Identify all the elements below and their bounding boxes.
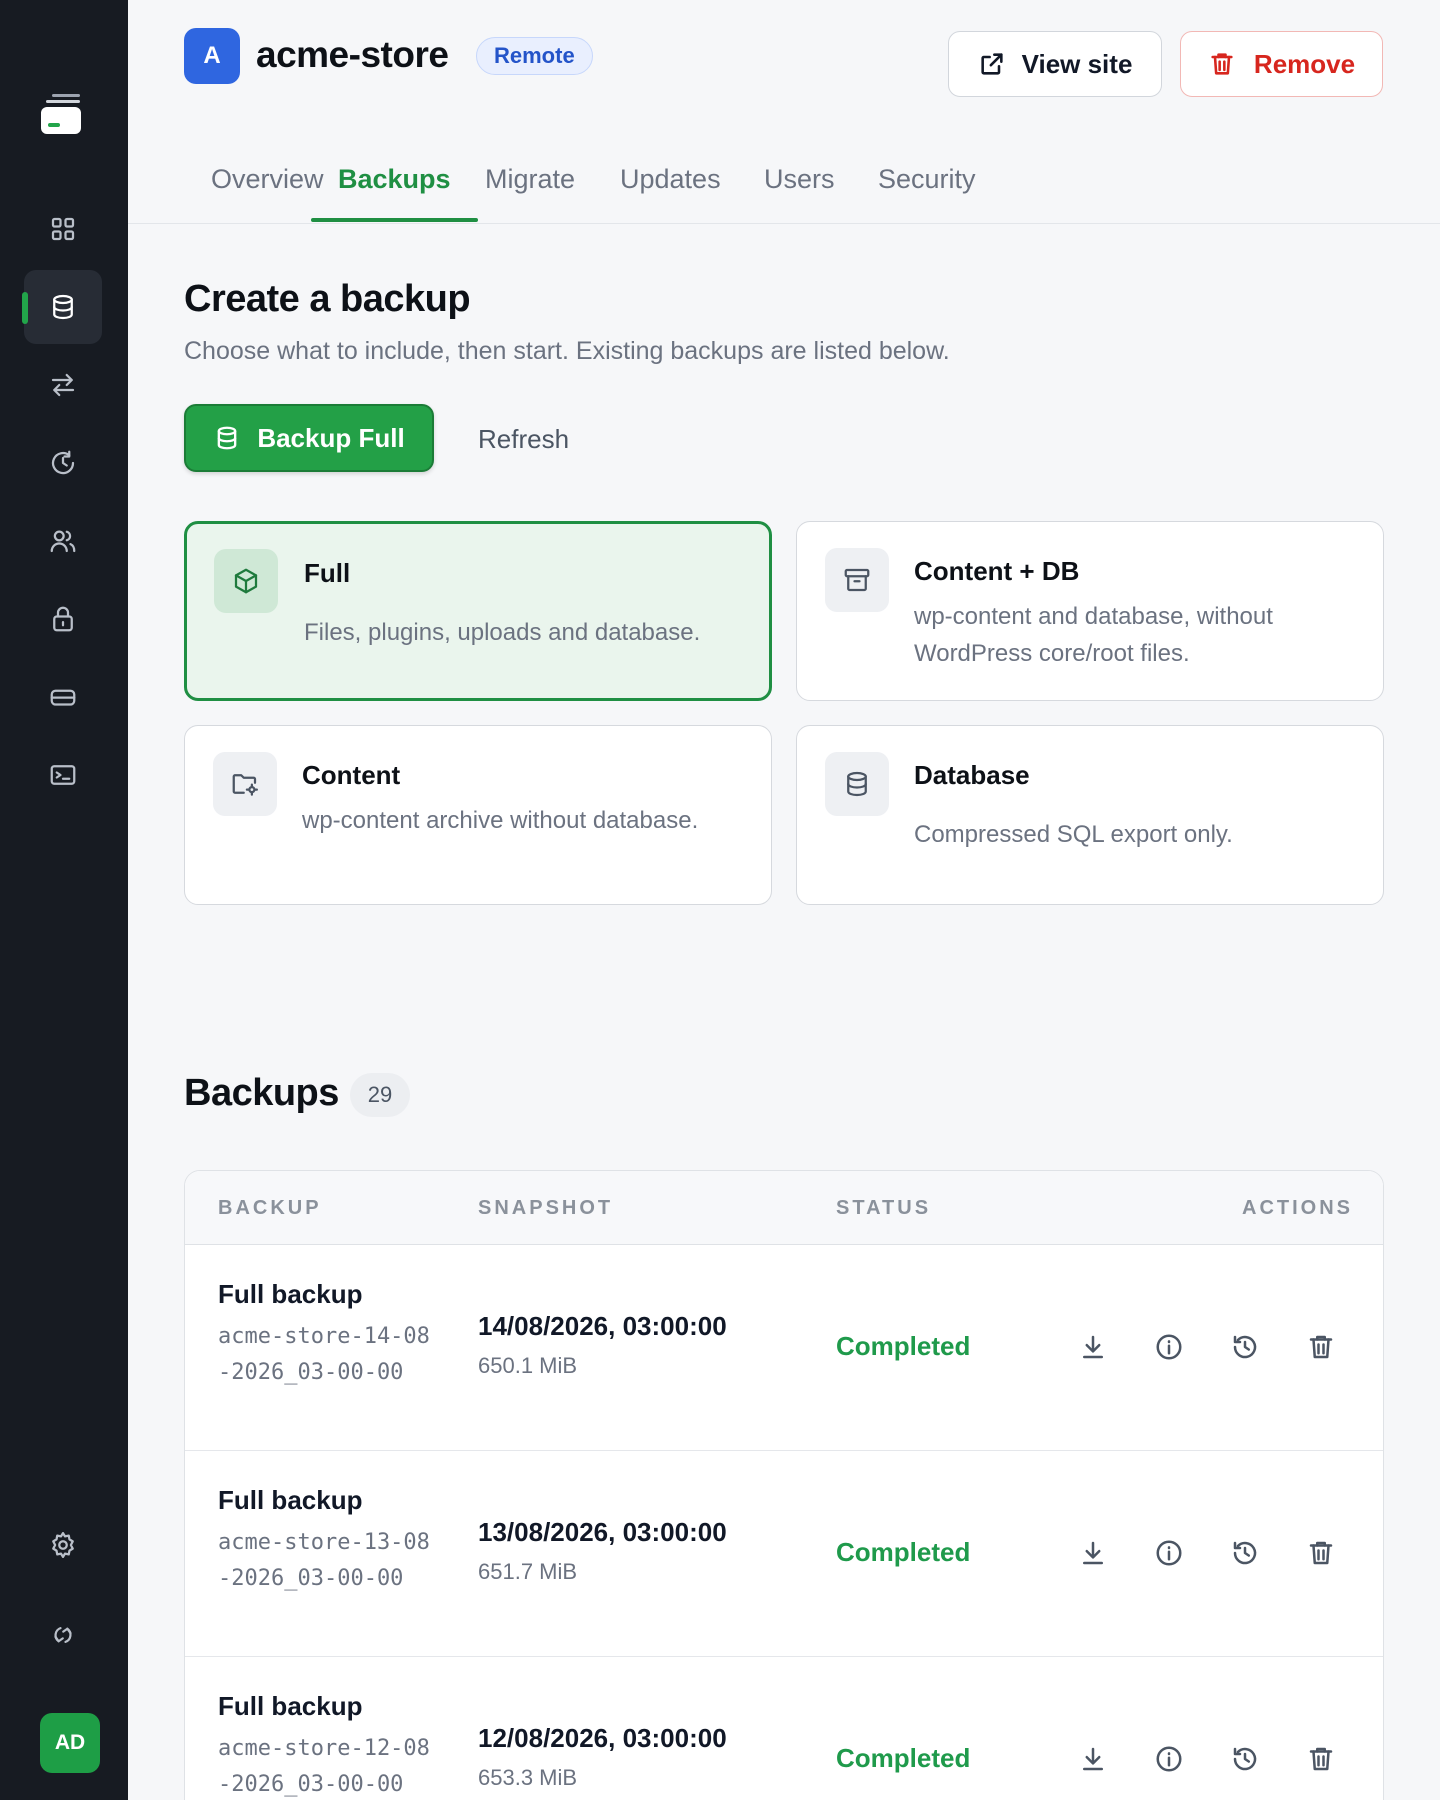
restore-icon[interactable] (1223, 1737, 1267, 1781)
user-avatar[interactable]: AD (40, 1713, 100, 1773)
create-backup-subtitle: Choose what to include, then start. Exis… (184, 337, 950, 365)
backup-option-database[interactable]: Database Compressed SQL export only. (796, 725, 1384, 905)
column-header-backup: BACKUP (218, 1197, 322, 1219)
tab-users[interactable]: Users (764, 164, 835, 222)
snapshot-date: 12/08/2026, 03:00:00 (478, 1723, 727, 1753)
tab-updates[interactable]: Updates (620, 164, 721, 222)
terminal-icon (50, 765, 76, 785)
tab-backups[interactable]: Backups (311, 164, 478, 222)
tab-overview[interactable]: Overview (211, 164, 324, 222)
external-link-icon (980, 53, 1003, 75)
backups-count-badge: 29 (350, 1073, 410, 1117)
backup-type: Full backup (218, 1691, 363, 1721)
sidebar-item-updates[interactable] (24, 426, 102, 500)
trash-icon[interactable] (1299, 1531, 1343, 1575)
status-badge: Completed (836, 1743, 971, 1773)
sidebar: AD (0, 0, 128, 1800)
snapshot-size: 653.3 MiB (478, 1765, 578, 1790)
cube-icon (214, 549, 278, 613)
backups-table: BACKUP SNAPSHOT STATUS ACTIONS Full back… (184, 1170, 1384, 1800)
remove-label: Remove (1253, 48, 1356, 79)
refresh-clock-icon (51, 450, 75, 475)
column-header-actions: ACTIONS (1242, 1197, 1353, 1219)
download-icon[interactable] (1071, 1737, 1115, 1781)
option-description: wp-content archive without database. (302, 807, 699, 834)
database-icon (53, 294, 73, 320)
users-icon (50, 530, 76, 553)
site-name: acme-store (256, 34, 449, 75)
backups-title: Backups (184, 1072, 339, 1114)
download-icon[interactable] (1071, 1325, 1115, 1369)
transfer-arrows-icon (51, 373, 75, 397)
tab-security[interactable]: Security (878, 164, 976, 222)
tab-bar: Overview Backups Migrate Updates Users S… (128, 148, 1440, 224)
snapshot-size: 651.7 MiB (478, 1559, 578, 1584)
card-icon (50, 689, 76, 706)
table-row: Full backup acme-store-12-08-2026_03-00-… (185, 1657, 1383, 1800)
backup-option-content[interactable]: Content wp-content archive without datab… (184, 725, 772, 905)
option-description: Compressed SQL export only. (914, 821, 1233, 848)
column-header-status: STATUS (836, 1197, 932, 1219)
refresh-button[interactable]: Refresh (478, 424, 569, 455)
backup-type: Full backup (218, 1485, 363, 1515)
snapshot-size: 650.1 MiB (478, 1353, 578, 1378)
sidebar-item-billing[interactable] (24, 660, 102, 734)
snapshot-date: 14/08/2026, 03:00:00 (478, 1311, 727, 1341)
status-badge: Completed (836, 1537, 971, 1567)
view-site-button[interactable]: View site (948, 31, 1162, 97)
folder-gear-icon (213, 752, 277, 816)
column-header-snapshot: SNAPSHOT (478, 1197, 614, 1219)
trash-icon[interactable] (1299, 1737, 1343, 1781)
trash-icon[interactable] (1299, 1325, 1343, 1369)
sidebar-item-backups[interactable] (22, 270, 102, 344)
backup-option-content-db[interactable]: Content + DB wp-content and database, wi… (796, 521, 1384, 701)
app-logo-icon[interactable] (38, 94, 86, 142)
grid-icon (51, 217, 75, 241)
backup-id: acme-store-12-08-2026_03-00-00 (218, 1736, 430, 1797)
table-row: Full backup acme-store-14-08-2026_03-00-… (185, 1245, 1383, 1451)
database-icon (825, 752, 889, 816)
option-title: Full (304, 558, 351, 588)
option-title: Content + DB (914, 556, 1080, 586)
sidebar-item-dashboard[interactable] (24, 192, 102, 266)
info-icon[interactable] (1147, 1325, 1191, 1369)
option-description: Files, plugins, uploads and database. (304, 619, 701, 646)
restore-icon[interactable] (1223, 1325, 1267, 1369)
status-badge: Completed (836, 1331, 971, 1361)
backup-full-label: Backup Full (257, 422, 405, 453)
remove-button[interactable]: Remove (1180, 31, 1383, 97)
info-icon[interactable] (1147, 1531, 1191, 1575)
sidebar-item-sync[interactable] (24, 1598, 102, 1672)
restore-icon[interactable] (1223, 1531, 1267, 1575)
create-backup-title: Create a backup (184, 278, 471, 320)
sidebar-item-settings[interactable] (24, 1508, 102, 1582)
sidebar-item-users[interactable] (24, 504, 102, 578)
snapshot-date: 13/08/2026, 03:00:00 (478, 1517, 727, 1547)
sync-icon (54, 1627, 72, 1643)
backup-id: acme-store-14-08-2026_03-00-00 (218, 1324, 430, 1385)
info-icon[interactable] (1147, 1737, 1191, 1781)
backup-id: acme-store-13-08-2026_03-00-00 (218, 1530, 430, 1591)
backup-full-button[interactable]: Backup Full (184, 404, 434, 472)
sidebar-item-migrate[interactable] (24, 348, 102, 422)
tab-migrate[interactable]: Migrate (485, 164, 575, 222)
option-title: Content (302, 760, 401, 790)
lock-icon (53, 606, 73, 632)
view-site-label: View site (1021, 48, 1133, 79)
download-icon[interactable] (1071, 1531, 1115, 1575)
backup-option-full[interactable]: Full Files, plugins, uploads and databas… (184, 521, 772, 701)
site-avatar: A (184, 28, 240, 84)
remote-badge: Remote (476, 37, 593, 75)
option-title: Database (914, 760, 1030, 790)
sidebar-item-security[interactable] (24, 582, 102, 656)
sidebar-item-terminal[interactable] (24, 738, 102, 812)
table-header: BACKUP SNAPSHOT STATUS ACTIONS (185, 1171, 1383, 1245)
backup-type: Full backup (218, 1279, 363, 1309)
archive-icon (825, 548, 889, 612)
gear-icon (52, 1532, 74, 1558)
option-description: wp-content and database, without WordPre… (914, 603, 1273, 667)
trash-icon (1211, 53, 1233, 75)
database-icon (217, 426, 237, 450)
table-row: Full backup acme-store-13-08-2026_03-00-… (185, 1451, 1383, 1657)
